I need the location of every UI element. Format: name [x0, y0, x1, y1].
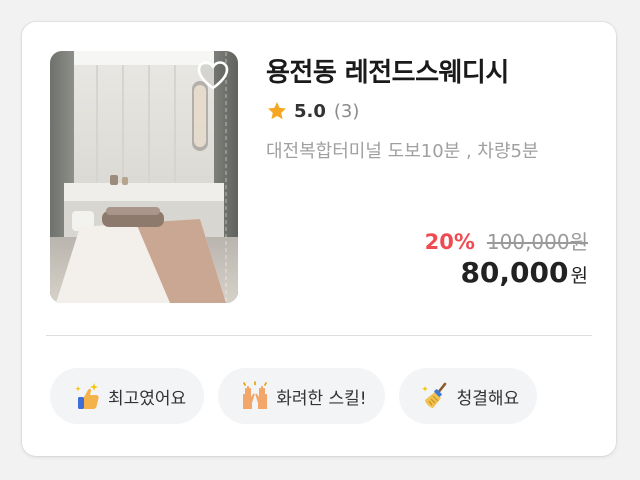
- raised-hands-icon: [243, 381, 268, 409]
- divider: [46, 335, 592, 336]
- price-row: 20% 100,000원: [425, 226, 588, 255]
- review-tag-skill[interactable]: 화려한 스킬!: [218, 368, 385, 424]
- review-tag-label: 청결해요: [456, 388, 520, 409]
- listing-photo[interactable]: [50, 51, 238, 303]
- broom-icon: [421, 382, 446, 408]
- discount-rate: 20%: [424, 230, 475, 254]
- final-price: 80,000: [460, 256, 569, 289]
- rating-score: 5.0: [294, 100, 326, 122]
- currency-unit: 원: [570, 265, 588, 287]
- final-price-row: 80,000 원: [460, 256, 588, 289]
- review-tag-label: 최고였어요: [108, 388, 187, 409]
- favorite-heart-icon[interactable]: [196, 59, 230, 93]
- review-tag-clean[interactable]: 청결해요: [398, 368, 538, 424]
- rating-row: 5.0 (3): [266, 98, 359, 124]
- review-tags: 최고였어요 화려한 스킬! 청결해요: [50, 368, 538, 424]
- original-price: 100,000원: [486, 230, 588, 254]
- star-icon: [268, 102, 286, 120]
- listing-card[interactable]: 용전동 레전드스웨디시 5.0 (3) 대전복합터미널 도보10분 , 차량5분…: [22, 22, 616, 456]
- listing-title[interactable]: 용전동 레전드스웨디시: [266, 52, 509, 89]
- location-text: 대전복합터미널 도보10분 , 차량5분: [266, 141, 539, 162]
- review-count[interactable]: (3): [334, 101, 360, 122]
- thumbs-up-sparkle-icon: [75, 383, 99, 409]
- review-tag-label: 화려한 스킬!: [276, 388, 367, 409]
- review-tag-best[interactable]: 최고였어요: [50, 368, 205, 424]
